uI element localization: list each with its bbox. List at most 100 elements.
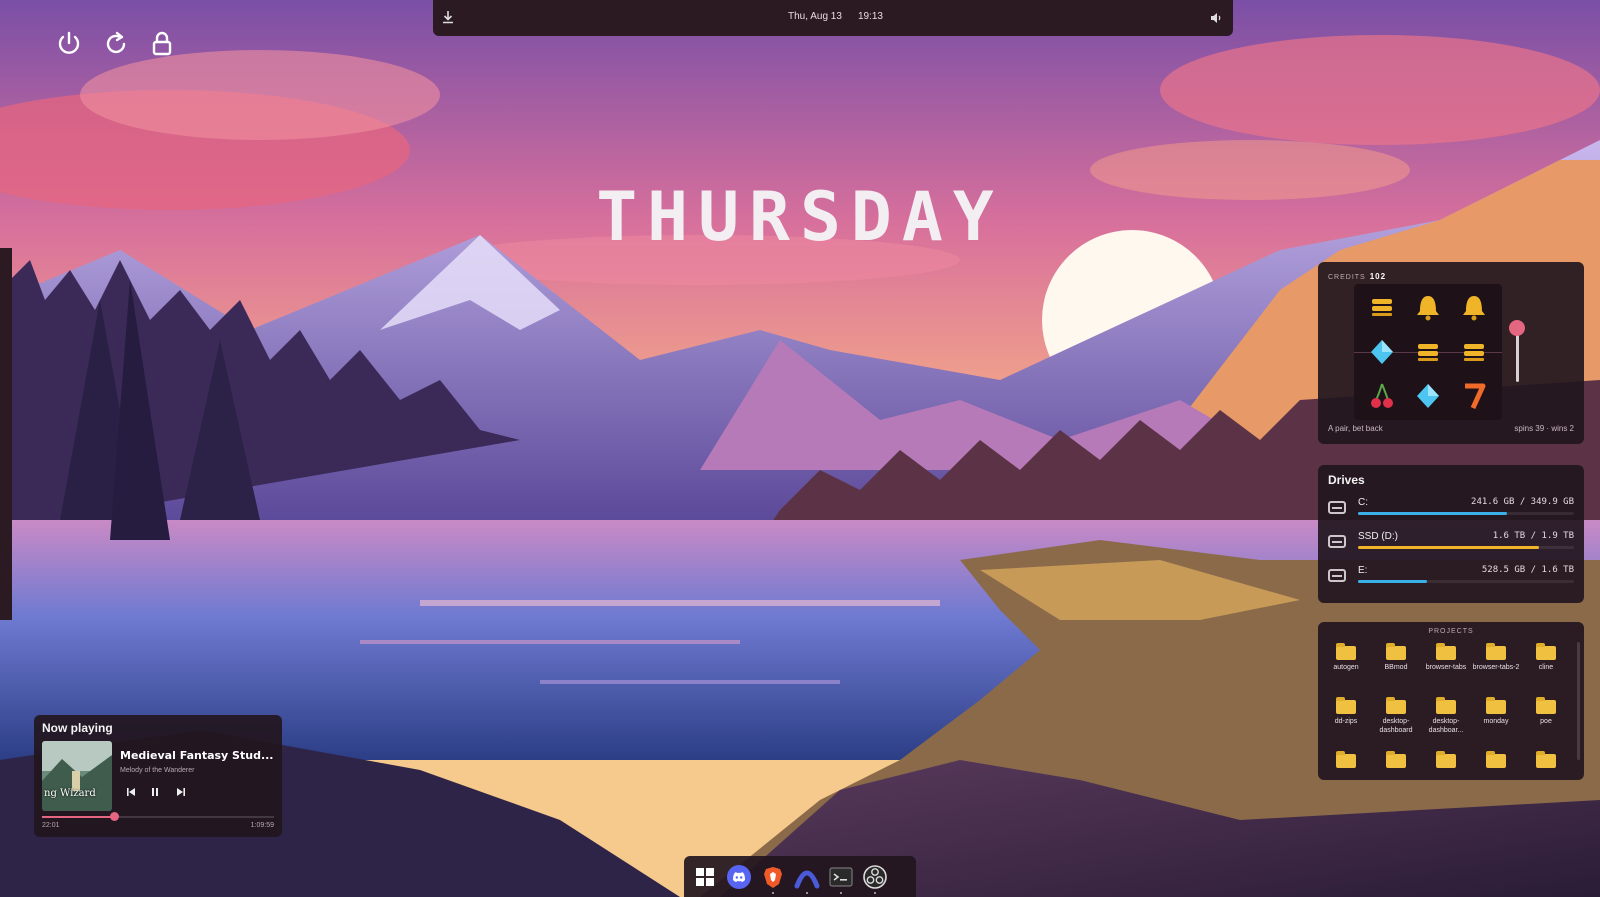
project-folder[interactable]: BBmod [1372, 643, 1420, 694]
folder-label: BBmod [1384, 664, 1408, 671]
album-art-text: ng Wizard [44, 788, 96, 799]
projects-scrollbar[interactable] [1577, 642, 1580, 760]
hard-drive-icon [1328, 535, 1346, 548]
playback-progress-bar[interactable] [42, 812, 274, 821]
bar-symbol-icon [1418, 344, 1438, 361]
slot-lever-knob[interactable] [1509, 320, 1525, 336]
folder-icon [1386, 643, 1406, 660]
seven-symbol-icon [1465, 383, 1486, 410]
drives-title: Drives [1328, 473, 1365, 487]
projects-title: PROJECTS [1428, 628, 1474, 635]
total-duration: 1:09:59 [250, 822, 274, 829]
taskbar [684, 856, 916, 897]
running-indicator [806, 892, 808, 894]
project-folder[interactable] [1422, 751, 1470, 780]
playback-scrubber[interactable] [109, 812, 119, 821]
project-folder[interactable] [1322, 751, 1370, 780]
windows-start-icon[interactable] [692, 864, 718, 890]
drive-usage-bar [1358, 512, 1574, 515]
drive-size: 528.5 GB / 1.6 TB [1481, 565, 1574, 575]
project-folder[interactable]: browser-tabs-2 [1472, 643, 1520, 694]
previous-track-icon[interactable] [124, 785, 138, 799]
project-folder[interactable]: browser-tabs [1422, 643, 1470, 694]
folder-label: browser-tabs [1425, 664, 1467, 671]
diamond-symbol-icon [1371, 340, 1393, 364]
download-icon[interactable] [441, 10, 455, 24]
playback-progress-fill [42, 816, 114, 818]
folder-icon [1336, 697, 1356, 714]
drive-row[interactable]: E: 528.5 GB / 1.6 TB [1328, 565, 1574, 591]
drive-usage-fill [1358, 546, 1540, 549]
restart-icon[interactable] [102, 30, 130, 58]
date-text: Thu, Aug 13 [788, 11, 842, 22]
project-folder[interactable]: cline [1522, 643, 1570, 694]
drive-usage-fill [1358, 512, 1508, 515]
slot-reels[interactable] [1354, 284, 1502, 420]
brave-browser-icon[interactable] [760, 864, 786, 890]
drives-widget: Drives C: 241.6 GB / 349.9 GB SSD (D:) 1… [1318, 465, 1584, 603]
project-folder[interactable] [1372, 751, 1420, 780]
time-text: 19:13 [857, 11, 883, 22]
drive-name: SSD (D:) [1358, 531, 1398, 542]
side-panel-edge[interactable] [0, 248, 12, 620]
hard-drive-icon [1328, 569, 1346, 582]
lock-icon[interactable] [148, 30, 176, 58]
running-indicator [772, 892, 774, 894]
drive-name: C: [1358, 497, 1368, 508]
running-indicator [874, 892, 876, 894]
folder-label: autogen [1333, 664, 1359, 671]
slot-stats: spins 39 · wins 2 [1514, 424, 1574, 433]
hard-drive-icon [1328, 501, 1346, 514]
folder-icon [1386, 751, 1406, 768]
project-folder[interactable]: monday [1472, 697, 1520, 748]
elapsed-time: 22:01 [42, 822, 60, 829]
next-track-icon[interactable] [174, 785, 188, 799]
project-folder[interactable]: desktop-dashboard [1372, 697, 1420, 748]
credits-label: CREDITS [1328, 274, 1366, 281]
folder-icon [1436, 697, 1456, 714]
bell-symbol-icon [1417, 296, 1439, 321]
folder-icon [1436, 643, 1456, 660]
folder-label: desktop-dashboard [1379, 718, 1413, 734]
slot-message: A pair, bet back [1328, 424, 1383, 433]
drive-usage-bar [1358, 580, 1574, 583]
credits-value: 102 [1369, 272, 1387, 281]
track-album: Melody of the Wanderer [120, 767, 195, 774]
pause-icon[interactable] [148, 785, 162, 799]
projects-widget: PROJECTS autogen BBmod browser-tabs brow… [1318, 622, 1584, 780]
project-folder[interactable]: desktop-dashboar... [1422, 697, 1470, 748]
project-folder[interactable]: dd-zips [1322, 697, 1370, 748]
folder-label: cline [1538, 664, 1554, 671]
folder-icon [1436, 751, 1456, 768]
bell-symbol-icon [1463, 296, 1485, 321]
drive-name: E: [1358, 565, 1368, 576]
drive-usage-fill [1358, 580, 1428, 583]
project-folder[interactable] [1522, 751, 1570, 780]
day-name: THURSDAY [596, 178, 1004, 257]
now-playing-widget: Now playing ng Wizard Medieval Fantasy S… [34, 715, 282, 837]
project-folder[interactable]: poe [1522, 697, 1570, 748]
drive-row[interactable]: SSD (D:) 1.6 TB / 1.9 TB [1328, 531, 1574, 557]
obs-icon[interactable] [862, 864, 888, 890]
clock[interactable]: Thu, Aug 13 19:13 [788, 11, 899, 22]
drive-size: 1.6 TB / 1.9 TB [1492, 531, 1574, 541]
cherry-symbol-icon [1371, 383, 1393, 408]
folder-label: poe [1540, 718, 1552, 725]
power-icon[interactable] [55, 30, 83, 58]
folder-icon [1486, 751, 1506, 768]
album-art[interactable]: ng Wizard [42, 741, 112, 811]
project-folder[interactable] [1472, 751, 1520, 780]
bar-symbol-icon [1464, 344, 1484, 361]
terminal-icon[interactable] [828, 864, 854, 890]
folder-label: browser-tabs-2 [1472, 664, 1520, 671]
album-art-image [42, 741, 112, 811]
discord-icon[interactable] [726, 864, 752, 890]
project-folder[interactable]: autogen [1322, 643, 1370, 694]
folder-label: desktop-dashboar... [1428, 718, 1464, 734]
drive-row[interactable]: C: 241.6 GB / 349.9 GB [1328, 497, 1574, 523]
credits-display: CREDITS 102 [1328, 272, 1386, 281]
diamond-symbol-icon [1417, 384, 1439, 408]
arc-app-icon[interactable] [794, 864, 820, 890]
speaker-icon[interactable] [1209, 11, 1223, 25]
folder-icon [1536, 643, 1556, 660]
